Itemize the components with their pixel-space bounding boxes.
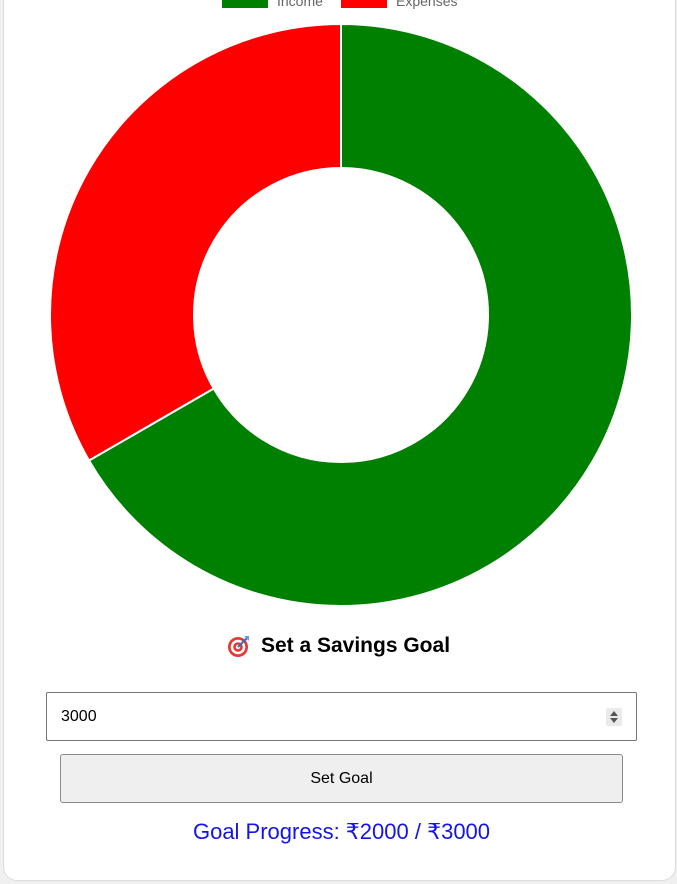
goal-input-container xyxy=(46,692,637,741)
goal-heading: Set a Savings Goal xyxy=(0,634,677,658)
donut-slice-expenses[interactable] xyxy=(49,22,342,462)
goal-progress-text: Goal Progress: ₹2000 / ₹3000 xyxy=(192,819,491,844)
number-spinner[interactable] xyxy=(606,708,622,726)
set-goal-button[interactable]: Set Goal xyxy=(60,754,623,803)
donut-chart xyxy=(49,22,633,607)
target-icon xyxy=(227,636,249,657)
spinner-arrows-icon xyxy=(610,711,618,723)
goal-amount-input[interactable] xyxy=(47,693,601,740)
goal-heading-text: Set a Savings Goal xyxy=(260,634,451,657)
